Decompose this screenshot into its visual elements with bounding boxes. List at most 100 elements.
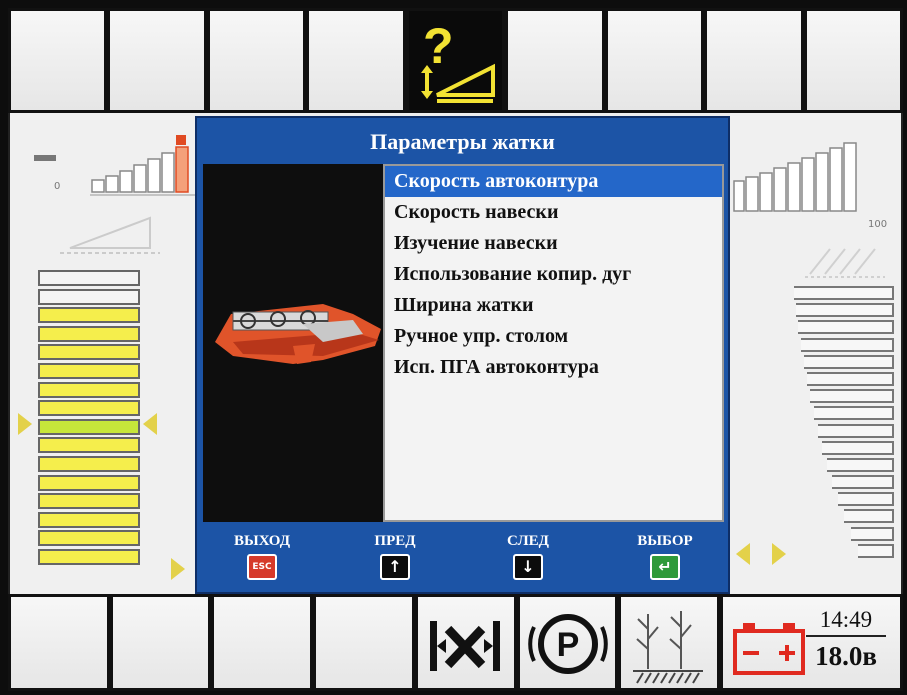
stair-segment	[818, 423, 894, 438]
header-image-pane	[203, 164, 383, 522]
svg-text:?: ?	[423, 18, 454, 74]
indicator-segment	[38, 362, 140, 379]
top-softkey-3[interactable]	[206, 8, 307, 113]
status-cell: 14:49 18.0в	[719, 594, 903, 691]
dialog-footer: ВЫХОД ESC ПРЕД ↑ СЛЕД ↓ ВЫБОР ↵	[197, 522, 728, 592]
svg-text:P: P	[556, 626, 579, 664]
menu-list-pane: Скорость автоконтура Скорость навески Из…	[383, 164, 724, 522]
lower-marker-arrow-icon	[171, 558, 185, 580]
prev-label: ПРЕД	[374, 533, 416, 549]
reel-faded-icon	[805, 248, 885, 278]
header-faded-icon	[60, 216, 160, 254]
prev-button[interactable]: ПРЕД ↑	[355, 532, 435, 580]
top-softkey-help[interactable]: ?	[405, 8, 506, 113]
bottom-softkey-row: P 14:49 18.0в	[8, 594, 903, 691]
bottom-softkey-2[interactable]	[109, 594, 212, 691]
bottom-softkey-4[interactable]	[313, 594, 415, 691]
left-gauge-min-label: 0	[54, 181, 61, 192]
settings-menu: Скорость автоконтура Скорость навески Из…	[385, 166, 722, 383]
left-marker-left-arrow-icon	[143, 413, 157, 435]
left-marker-right-arrow-icon	[18, 413, 32, 435]
crop-row-icon	[633, 611, 704, 684]
top-softkey-8[interactable]	[704, 8, 804, 113]
dialog-title: Параметры жатки	[370, 129, 555, 154]
parking-brake-icon: P	[527, 614, 608, 674]
select-button[interactable]: ВЫБОР ↵	[625, 532, 705, 580]
menu-item-pga-autocontour[interactable]: Исп. ПГА автоконтура	[385, 352, 722, 383]
select-label: ВЫБОР	[637, 533, 693, 549]
stair-segment	[794, 286, 894, 300]
right-marker-left-arrow-icon	[736, 543, 750, 565]
header-help-icon: ?	[420, 18, 495, 103]
esc-key-icon: ESC	[247, 554, 277, 580]
top-softkey-6[interactable]	[505, 8, 605, 113]
top-softkey-9[interactable]	[803, 8, 903, 113]
indicator-segment	[38, 344, 140, 361]
indicator-segment	[38, 270, 140, 286]
indicator-segment	[38, 307, 140, 324]
stair-segment	[814, 406, 894, 421]
top-softkey-row: ?	[8, 8, 903, 113]
terminal-screen: ? 0 100 Параметры жатки Скорость автокон…	[0, 0, 907, 695]
menu-item-hitch-learning[interactable]: Изучение навески	[385, 228, 722, 259]
status-readout: 14:49 18.0в	[798, 605, 894, 675]
combine-header-icon	[215, 304, 381, 364]
header-height-indicator	[38, 270, 140, 568]
menu-item-autocontour-speed[interactable]: Скорость автоконтура	[385, 166, 722, 197]
float-lock-icon	[429, 621, 500, 671]
exit-button[interactable]: ВЫХОД ESC	[222, 532, 302, 580]
exit-label: ВЫХОД	[233, 533, 291, 549]
stair-segment	[832, 475, 894, 490]
top-softkey-4[interactable]	[306, 8, 406, 113]
menu-item-copy-arcs-usage[interactable]: Использование копир. дуг	[385, 259, 722, 290]
right-gauge-max-label: 100	[868, 219, 888, 230]
reel-speed-gauge	[733, 142, 857, 212]
enter-key-icon: ↵	[650, 554, 680, 580]
menu-item-header-width[interactable]: Ширина жатки	[385, 290, 722, 321]
indicator-segment	[38, 548, 140, 565]
bottom-softkey-1[interactable]	[8, 594, 110, 691]
header-settings-dialog: Параметры жатки Скорость автоконтура Ско…	[195, 116, 730, 594]
bottom-softkey-3[interactable]	[211, 594, 314, 691]
stair-segment	[851, 526, 894, 541]
stair-segment	[844, 509, 894, 524]
bottom-softkey-parking[interactable]: P	[516, 594, 619, 691]
right-marker-right-arrow-icon	[772, 543, 786, 565]
indicator-segment	[38, 381, 140, 398]
menu-item-manual-table-control[interactable]: Ручное упр. столом	[385, 321, 722, 352]
indicator-segment	[38, 288, 140, 305]
battery-icon	[732, 623, 805, 675]
stair-segment	[810, 389, 894, 404]
indicator-segment	[38, 530, 140, 547]
indicator-segment	[38, 437, 140, 454]
clock-time: 14:49	[819, 607, 873, 632]
stair-segment	[801, 337, 894, 352]
indicator-segment	[38, 511, 140, 528]
stair-segment	[807, 371, 894, 386]
stair-segment	[798, 320, 894, 335]
bottom-softkey-crop[interactable]	[618, 594, 720, 691]
stair-segment	[858, 543, 894, 558]
next-label: СЛЕД	[507, 533, 549, 549]
next-button[interactable]: СЛЕД ↓	[488, 532, 568, 580]
stair-segment	[822, 440, 894, 455]
header-speed-gauge	[34, 135, 200, 196]
menu-item-hitch-speed[interactable]: Скорость навески	[385, 197, 722, 228]
top-softkey-1[interactable]	[8, 8, 108, 113]
reel-height-indicator	[790, 286, 900, 561]
arrow-down-icon: ↓	[513, 554, 543, 580]
indicator-current-level	[38, 418, 140, 435]
stair-segment	[838, 492, 894, 507]
indicator-segment	[38, 474, 140, 491]
top-softkey-2[interactable]	[107, 8, 207, 113]
stair-segment	[827, 457, 894, 472]
battery-voltage: 18.0в	[815, 641, 877, 671]
top-softkey-7[interactable]	[604, 8, 705, 113]
bottom-softkey-float-lock[interactable]	[414, 594, 517, 691]
stair-segment	[804, 354, 894, 369]
indicator-segment	[38, 455, 140, 472]
arrow-up-icon: ↑	[380, 554, 410, 580]
indicator-segment	[38, 325, 140, 342]
stair-segment	[796, 303, 894, 318]
indicator-segment	[38, 400, 140, 417]
